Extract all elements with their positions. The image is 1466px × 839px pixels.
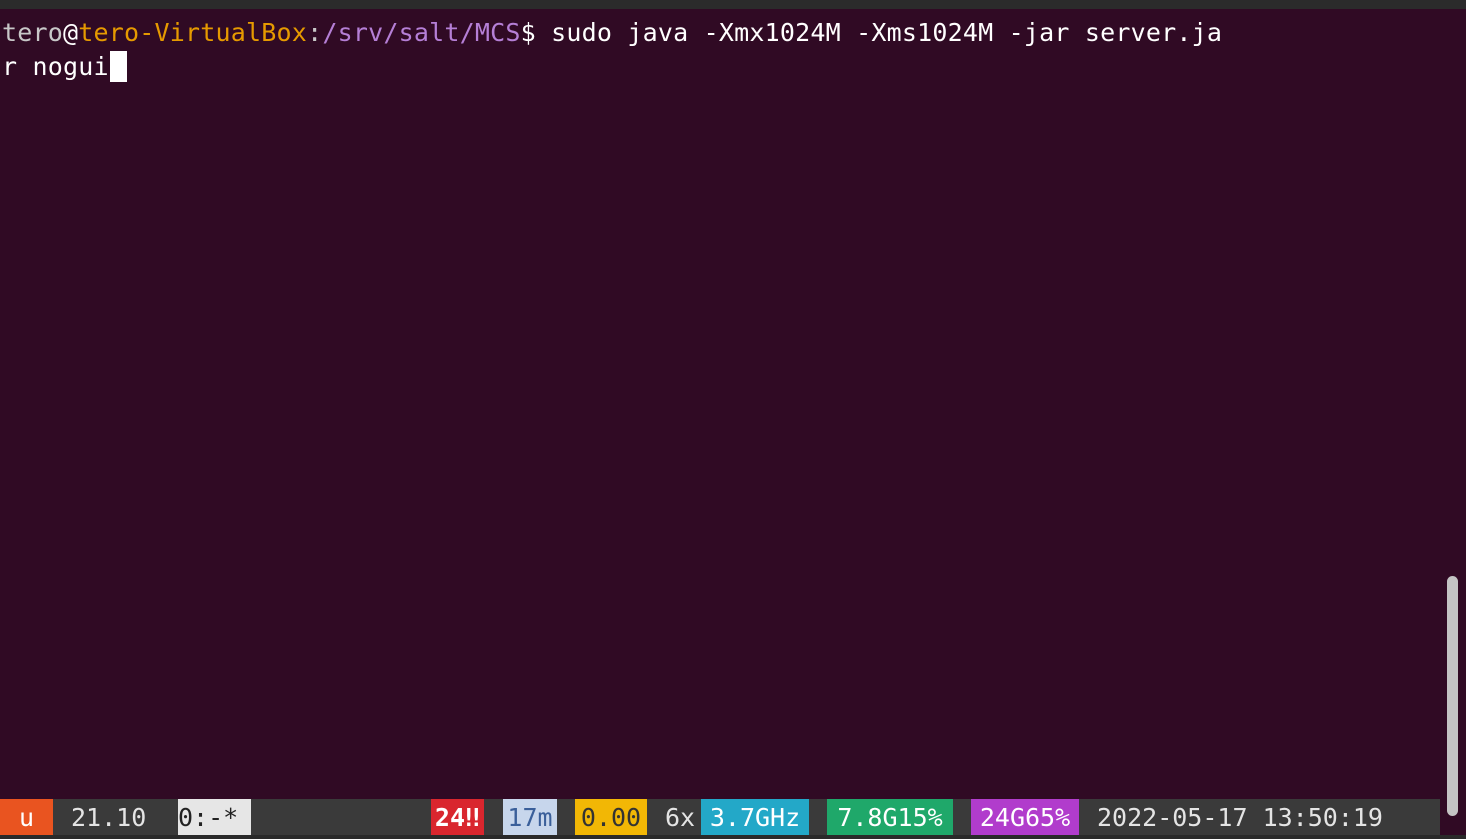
command-text-wrapped: r nogui <box>2 52 109 81</box>
tmux-status-bar: u 21.10 0:-* 24‼ 17m 0.00 6x 3.7GHz 7.8G… <box>0 799 1440 835</box>
prompt-user: tero <box>2 18 64 47</box>
text-cursor <box>109 51 127 82</box>
window-bottom-edge <box>0 835 1466 839</box>
command-continuation-line: r nogui <box>2 50 127 84</box>
updates-badge: 24‼ <box>431 799 484 835</box>
prompt-colon: : <box>307 18 323 47</box>
uptime: 17m <box>503 799 557 835</box>
prompt-at: @ <box>63 18 79 47</box>
distro-version: 21.10 <box>71 803 147 832</box>
command-text: sudo java -Xmx1024M -Xms1024M -jar serve… <box>535 18 1223 47</box>
cpu-count: 6x <box>665 803 696 832</box>
prompt-line: tero@tero-VirtualBox:/srv/salt/MCS$ sudo… <box>2 16 1222 50</box>
memory-usage: 7.8G15% <box>827 799 953 835</box>
prompt-path: /srv/salt/MCS <box>322 18 521 47</box>
cpu-frequency: 3.7GHz <box>701 799 809 835</box>
ubuntu-logo-icon: u <box>0 799 53 835</box>
window-top-edge <box>0 0 1466 9</box>
disk-usage: 24G65% <box>971 799 1079 835</box>
prompt-dollar: $ <box>520 18 536 47</box>
load-average: 0.00 <box>575 799 647 835</box>
scrollbar-thumb[interactable] <box>1447 576 1458 816</box>
terminal-output[interactable]: tero@tero-VirtualBox:/srv/salt/MCS$ sudo… <box>0 9 1445 797</box>
prompt-host: tero-VirtualBox <box>78 18 308 47</box>
date-time: 2022-05-17 13:50:19 <box>1097 803 1383 832</box>
session-window-indicator[interactable]: 0:-* <box>178 799 251 835</box>
